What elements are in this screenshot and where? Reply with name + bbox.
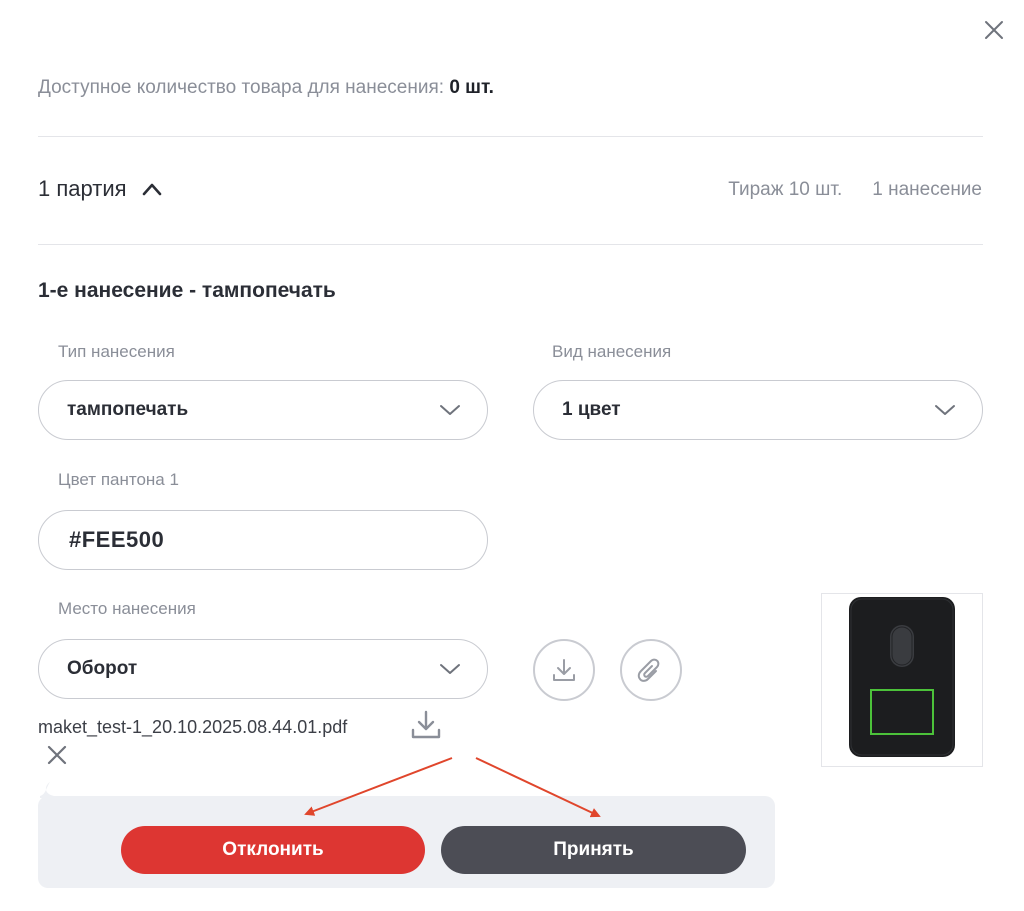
applications-count: 1 нанесение (872, 179, 982, 200)
pantone-label: Цвет пантона 1 (58, 470, 179, 489)
download-button[interactable] (533, 639, 595, 701)
type-select[interactable]: тампопечать (38, 380, 488, 440)
batch-title: 1 партия (38, 176, 127, 201)
chevron-down-icon (440, 664, 460, 674)
place-value: Оборот (67, 658, 138, 679)
file-download-icon[interactable] (410, 710, 442, 745)
close-icon[interactable] (980, 16, 1008, 44)
divider (38, 244, 983, 245)
chevron-down-icon (440, 405, 460, 415)
kind-select[interactable]: 1 цвет (533, 380, 983, 440)
type-label: Тип нанесения (58, 342, 175, 361)
batch-toggle[interactable]: 1 партия (38, 176, 163, 202)
available-label: Доступное количество товара для нанесени… (38, 77, 445, 98)
paperclip-icon (637, 658, 660, 682)
pantone-input[interactable]: #FEE500 (38, 510, 488, 570)
type-value: тампопечать (67, 399, 189, 420)
accept-button[interactable]: Принять (441, 826, 746, 874)
attach-button[interactable] (620, 639, 682, 701)
chevron-up-icon (142, 183, 161, 196)
kind-label: Вид нанесения (552, 342, 672, 361)
application-title: 1-е нанесение - тампопечать (38, 279, 336, 302)
chevron-down-icon (935, 405, 955, 415)
file-name: maket_test-1_20.10.2025.08.44.01.pdf (38, 717, 348, 737)
kind-value: 1 цвет (562, 399, 621, 420)
download-icon (553, 659, 575, 681)
remove-icon[interactable] (46, 744, 68, 771)
place-label: Место нанесения (58, 599, 196, 618)
batch-meta: Тираж 10 шт. 1 нанесение (728, 179, 982, 201)
place-select[interactable]: Оборот (38, 639, 488, 699)
available-value: 0 шт. (449, 77, 494, 98)
reject-button[interactable]: Отклонить (121, 826, 425, 874)
divider (38, 136, 983, 137)
available-quantity: Доступное количество товара для нанесени… (38, 77, 494, 99)
product-preview (821, 593, 983, 767)
print-run: Тираж 10 шт. (728, 179, 843, 200)
